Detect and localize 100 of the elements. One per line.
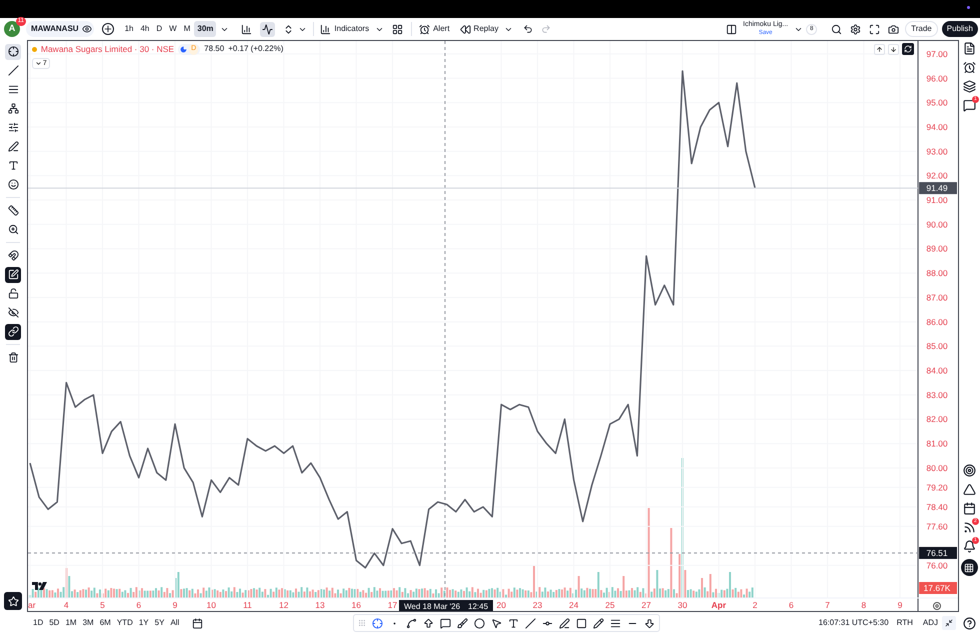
zoom-in-icon	[8, 224, 19, 235]
interval-tab[interactable]: M	[180, 21, 194, 37]
ellipse-icon[interactable]	[474, 618, 486, 628]
legend-title[interactable]: Mawana Sugars Limited · 30 · NSE	[40, 43, 174, 56]
bell-icon[interactable]	[962, 540, 976, 553]
price-axis-label: 92.00	[926, 170, 948, 181]
templates-icon[interactable]	[392, 24, 404, 34]
range-button[interactable]: 5D	[46, 617, 62, 629]
price-axis-label: 86.00	[926, 316, 948, 327]
favorites-button[interactable]	[4, 592, 22, 610]
interval-tab[interactable]: W	[166, 21, 180, 37]
line-icon	[8, 65, 19, 76]
avatar[interactable]: A	[4, 21, 20, 37]
bars-icon[interactable]	[241, 24, 252, 34]
help-icon[interactable]	[963, 616, 976, 630]
range-button[interactable]: YTD	[114, 617, 136, 629]
time-axis-label: 20	[496, 600, 506, 610]
alert-button[interactable]: Alert	[419, 23, 450, 35]
trade-button[interactable]: Trade	[905, 21, 938, 37]
time-axis-label: 16	[351, 600, 361, 610]
time-axis-label: 2	[752, 600, 758, 610]
range-button[interactable]: 1D	[30, 617, 46, 629]
layers-icon[interactable]	[962, 80, 976, 93]
interval-tab[interactable]: 4h	[137, 21, 152, 37]
price-axis-label: 80.00	[926, 462, 948, 473]
settings-icon[interactable]	[932, 602, 941, 610]
rss-icon[interactable]	[962, 521, 976, 534]
crosshair-tool[interactable]	[5, 44, 22, 60]
fullscreen-icon[interactable]	[869, 24, 880, 34]
cursor-icon[interactable]	[491, 618, 502, 628]
lines-icon	[8, 84, 19, 95]
price-axis-label: 96.00	[926, 73, 948, 84]
time-axis-label: 6	[136, 600, 141, 610]
time-axis-label: 9	[172, 600, 178, 610]
current-price-label: 91.49	[918, 182, 957, 194]
text-icon[interactable]	[508, 618, 520, 628]
chat-icon[interactable]	[962, 99, 976, 112]
crosshair-icon[interactable]	[372, 618, 384, 628]
lines-icon[interactable]	[610, 618, 622, 628]
pencil-icon[interactable]	[593, 618, 604, 628]
price-axis-label: 89.00	[926, 244, 948, 254]
price-axis-label: 82.00	[926, 414, 948, 424]
star-icon	[8, 596, 19, 606]
time-axis-label: 5	[100, 600, 105, 610]
trash-icon	[8, 352, 19, 363]
notes-icon[interactable]	[962, 42, 976, 55]
add-symbol-icon[interactable]	[102, 23, 114, 35]
pencil-icon	[8, 269, 19, 280]
rewind-icon	[460, 24, 471, 34]
rth-button[interactable]: RTH	[896, 617, 913, 629]
triangle-icon[interactable]	[962, 483, 976, 496]
settings-icon[interactable]	[850, 24, 862, 34]
indicators-button[interactable]: Indicators	[320, 23, 370, 35]
time-axis-label: 6	[788, 600, 794, 610]
arrow-up-icon[interactable]	[423, 618, 434, 628]
range-button[interactable]: 1M	[62, 617, 80, 629]
arrow-up-button[interactable]	[874, 44, 885, 54]
camera-icon[interactable]	[888, 24, 900, 34]
calendar-icon[interactable]	[192, 618, 204, 628]
apps-button[interactable]	[960, 559, 978, 576]
ruler-icon	[8, 205, 19, 216]
price-axis-label: 77.60	[926, 521, 948, 532]
range-button[interactable]: All	[167, 617, 182, 629]
curve-icon[interactable]	[406, 618, 418, 628]
brush-icon[interactable]	[457, 618, 468, 628]
adj-button[interactable]: ADJ	[922, 617, 938, 629]
line-icon[interactable]	[525, 618, 536, 628]
line-chart-button[interactable]	[260, 22, 276, 36]
calendar-icon[interactable]	[962, 502, 976, 515]
price-axis-label: 93.00	[926, 146, 948, 156]
target-icon[interactable]	[962, 464, 976, 477]
interval-tab[interactable]: 30m	[194, 21, 216, 37]
interval-tab[interactable]: D	[153, 21, 166, 37]
arrow-down-button[interactable]	[888, 44, 899, 54]
replay-button[interactable]: Replay	[460, 23, 498, 35]
range-button[interactable]: 6M	[96, 617, 114, 629]
speech-bubble-icon[interactable]	[440, 618, 452, 628]
search-icon[interactable]	[831, 24, 842, 34]
publish-button[interactable]: Publish	[942, 21, 978, 37]
rectangle-icon[interactable]	[576, 618, 588, 628]
undo-icon[interactable]	[523, 24, 534, 34]
refresh-icon	[904, 45, 912, 53]
line-chart-icon	[262, 24, 274, 34]
clock-text: 16:07:31 UTC+5:30	[818, 617, 889, 629]
link-tool[interactable]	[5, 324, 22, 340]
grip-icon[interactable]	[358, 619, 366, 627]
range-button[interactable]: 1Y	[136, 617, 152, 629]
pencil-tool[interactable]	[5, 266, 22, 282]
range-button[interactable]: 5Y	[152, 617, 168, 629]
crosshair-time-label: Wed 18 Mar '26 12:45	[398, 600, 493, 611]
layout-icon[interactable]	[726, 24, 737, 34]
symbol-search[interactable]: MAWANASU	[26, 21, 94, 37]
arrow-down-icon[interactable]	[644, 618, 656, 628]
alarm-clock-icon[interactable]	[962, 61, 976, 74]
range-button[interactable]: 3M	[80, 617, 97, 629]
pen-icon[interactable]	[559, 618, 570, 628]
price-axis-label: 88.00	[926, 268, 948, 278]
interval-tab[interactable]: 1h	[122, 21, 136, 37]
maximize-button[interactable]	[902, 43, 914, 55]
collapse-button[interactable]	[942, 616, 956, 630]
